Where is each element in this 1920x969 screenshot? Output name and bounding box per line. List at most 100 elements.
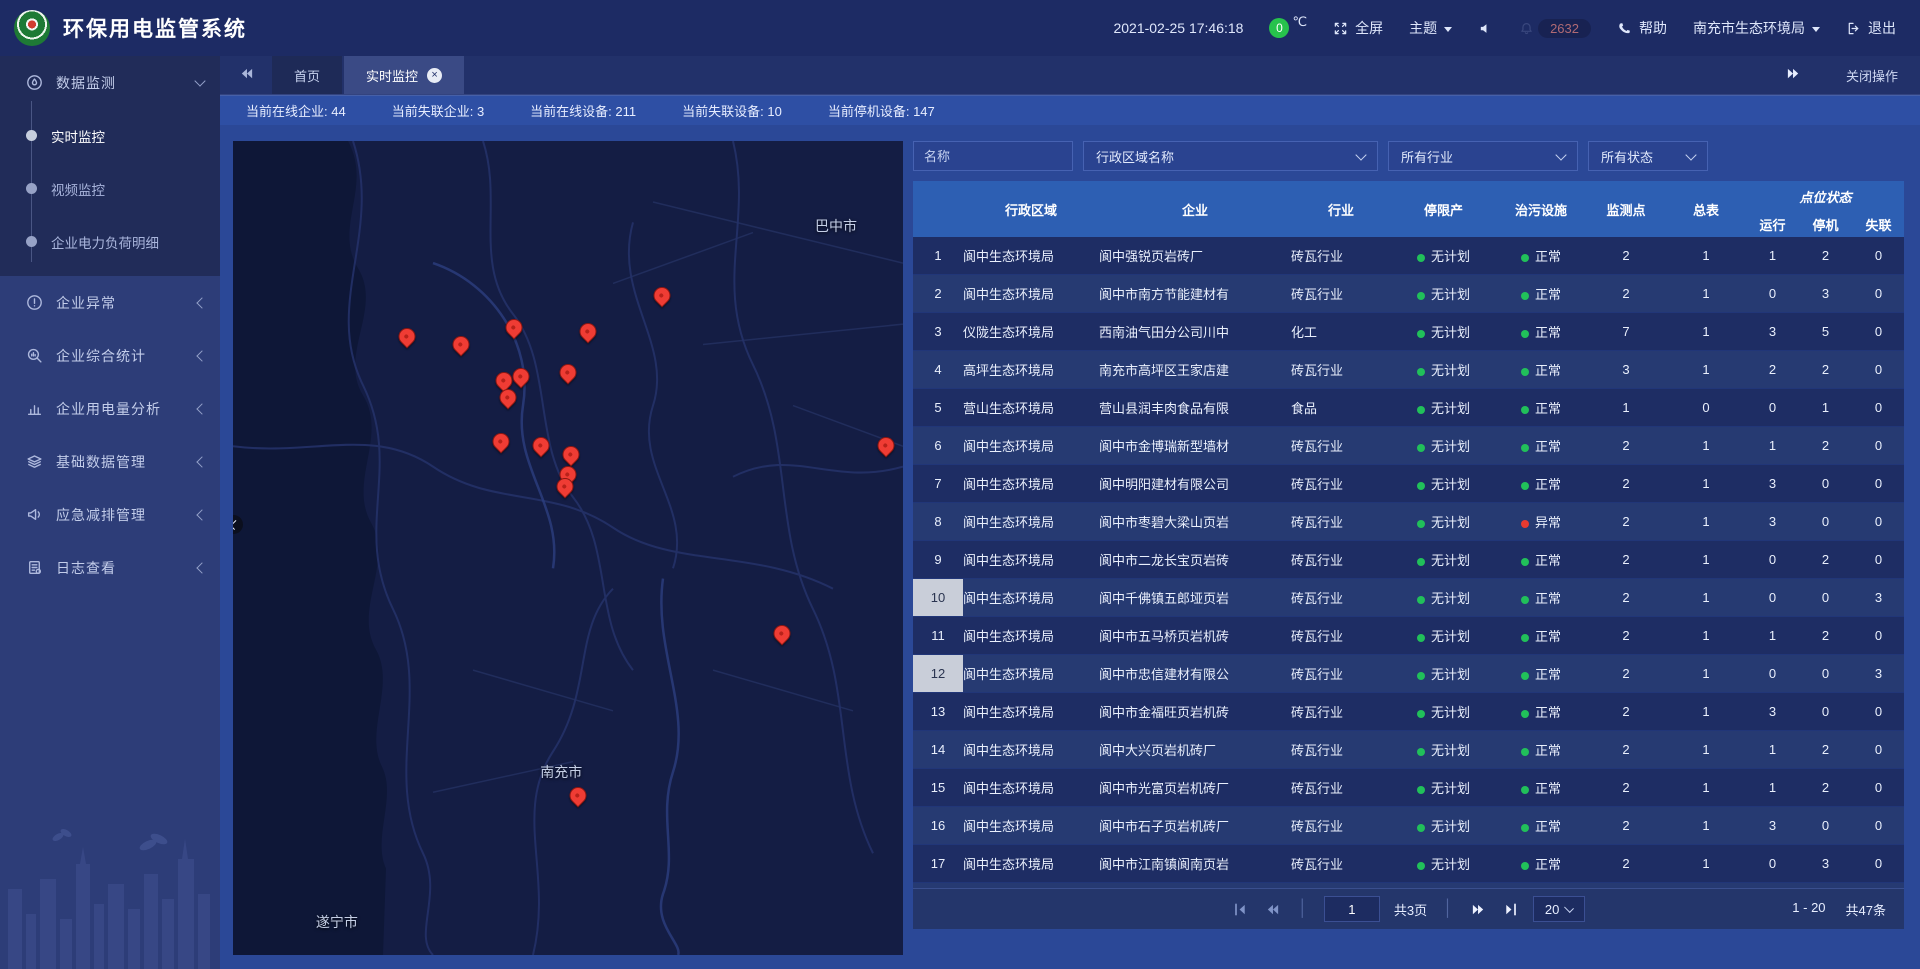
fullscreen-button[interactable]: 全屏 [1333,18,1383,38]
sidebar-item-2[interactable]: 企业综合统计 [0,329,220,382]
main-area: 数据监测实时监控视频监控企业电力负荷明细企业异常企业综合统计企业用电量分析基础数… [0,56,1920,969]
prev-page-button[interactable] [1264,900,1282,918]
cell-row-number: 5 [913,389,963,427]
status-select-value: 所有状态 [1601,147,1653,166]
cell-production-status: 无计划 [1391,731,1496,769]
table-row[interactable]: 4高坪生态环境局南充市高坪区王家店建砖瓦行业无计划正常31220 [913,351,1904,389]
cell-region: 营山生态环境局 [963,389,1099,427]
theme-menu[interactable]: 主题 [1409,18,1452,38]
cell-company: 阆中强锐页岩砖厂 [1099,237,1291,275]
cell-run: 1 [1746,237,1799,275]
sidebar-item-3[interactable]: 企业用电量分析 [0,382,220,435]
cell-region: 阆中生态环境局 [963,769,1099,807]
cell-production-status: 无计划 [1391,275,1496,313]
tabs-scroll-right-button[interactable] [1768,66,1820,84]
name-search-input[interactable] [913,141,1073,171]
table-row[interactable]: 14阆中生态环境局阆中大兴页岩机砖厂砖瓦行业无计划正常21120 [913,731,1904,769]
cell-points: 2 [1586,237,1666,275]
sidebar-subitem-1[interactable]: 视频监控 [0,162,220,215]
cell-company: 营山县润丰肉食品有限 [1099,389,1291,427]
stat-value: 44 [331,104,345,119]
col-run: 运行 [1746,211,1799,237]
table-row[interactable]: 5营山生态环境局营山县润丰肉食品有限食品无计划正常10010 [913,389,1904,427]
cell-industry: 砖瓦行业 [1291,465,1391,503]
tab-realtime-monitor[interactable]: 实时监控 × [344,56,464,94]
table-row[interactable]: 9阆中生态环境局阆中市二龙长宝页岩砖砖瓦行业无计划正常21020 [913,541,1904,579]
sidebar-group: 数据监测实时监控视频监控企业电力负荷明细 [0,56,220,276]
cell-stop: 2 [1799,617,1852,655]
layers-icon [26,453,43,470]
sidebar-subitem-label: 实时监控 [51,126,105,146]
app-title: 环保用电监管系统 [63,13,247,43]
sidebar-item-1[interactable]: 企业异常 [0,276,220,329]
table-row[interactable]: 8阆中生态环境局阆中市枣碧大梁山页岩砖瓦行业无计划异常21300 [913,503,1904,541]
first-page-button[interactable] [1232,900,1250,918]
table-row[interactable]: 6阆中生态环境局阆中市金博瑞新型墙材砖瓦行业无计划正常21120 [913,427,1904,465]
app-logo-icon [14,10,50,46]
table-row[interactable]: 16阆中生态环境局阆中市石子页岩机砖厂砖瓦行业无计划正常21300 [913,807,1904,845]
table-row[interactable]: 17阆中生态环境局阆中市江南镇阆南页岩砖瓦行业无计划正常21030 [913,845,1904,883]
sidebar-subitem-2[interactable]: 企业电力负荷明细 [0,215,220,268]
sidebar-item-5[interactable]: 应急减排管理 [0,488,220,541]
cell-lost: 0 [1852,237,1904,275]
sidebar-item-4[interactable]: 基础数据管理 [0,435,220,488]
sidebar-item-0[interactable]: 数据监测 [0,56,220,109]
cell-lost: 0 [1852,693,1904,731]
region-select[interactable]: 行政区域名称 [1083,141,1378,171]
last-page-button[interactable] [1501,900,1519,918]
close-operations-button[interactable]: 关闭操作 [1846,66,1898,85]
cell-production-status: 无计划 [1391,845,1496,883]
cell-region: 阆中生态环境局 [963,427,1099,465]
cell-lost: 3 [1852,655,1904,693]
status-dot-green-icon [1417,520,1425,528]
cell-lost: 0 [1852,731,1904,769]
sidebar-item-6[interactable]: 日志查看 [0,541,220,594]
stats-bar: 当前在线企业: 44当前失联企业: 3当前在线设备: 211当前失联设备: 10… [220,95,1920,125]
sidebar-subitem-0[interactable]: 实时监控 [0,109,220,162]
cell-run: 3 [1746,313,1799,351]
next-page-button[interactable] [1469,900,1487,918]
map[interactable]: 巴中市南充市遂宁市 [233,141,903,955]
alert-circle-icon [26,294,43,311]
cell-meters: 1 [1666,655,1746,693]
logout-button[interactable]: 退出 [1846,18,1896,38]
table-row[interactable]: 15阆中生态环境局阆中市光富页岩机砖厂砖瓦行业无计划正常21120 [913,769,1904,807]
table-row[interactable]: 3仪陇生态环境局西南油气田分公司川中化工无计划正常71350 [913,313,1904,351]
cell-company: 阆中市枣碧大梁山页岩 [1099,503,1291,541]
map-roads-decoration [233,141,903,955]
cell-run: 0 [1746,579,1799,617]
status-dot-green-icon [1521,748,1529,756]
col-row-number [913,181,963,237]
cell-meters: 1 [1666,579,1746,617]
cell-run: 1 [1746,427,1799,465]
table-row[interactable]: 7阆中生态环境局阆中明阳建材有限公司砖瓦行业无计划正常21300 [913,465,1904,503]
tabs-scroll-left-button[interactable] [220,66,272,84]
cell-points: 2 [1586,275,1666,313]
tab-home[interactable]: 首页 [272,56,342,94]
page-number-input[interactable] [1324,896,1380,922]
sidebar-group: 日志查看 [0,541,220,594]
table-row[interactable]: 2阆中生态环境局阆中市南方节能建材有砖瓦行业无计划正常21030 [913,275,1904,313]
cell-company: 阆中市二龙长宝页岩砖 [1099,541,1291,579]
status-select[interactable]: 所有状态 [1588,141,1708,171]
stat-label: 当前停机设备: [828,104,913,119]
table-row[interactable]: 12阆中生态环境局阆中市忠信建材有限公砖瓦行业无计划正常21003 [913,655,1904,693]
tab-close-icon[interactable]: × [427,68,442,83]
stats-search-icon [26,347,43,364]
industry-select[interactable]: 所有行业 [1388,141,1578,171]
table-row[interactable]: 10阆中生态环境局阆中千佛镇五郎垭页岩砖瓦行业无计划正常21003 [913,579,1904,617]
cell-stop: 2 [1799,427,1852,465]
page-prev-icon [239,66,254,81]
cell-points: 2 [1586,503,1666,541]
table-row[interactable]: 1阆中生态环境局阆中强锐页岩砖厂砖瓦行业无计划正常21120 [913,237,1904,275]
user-menu[interactable]: 南充市生态环境局 [1693,18,1820,38]
cell-points: 2 [1586,541,1666,579]
notifications-button[interactable]: 2632 [1519,19,1591,38]
stat-value: 211 [615,104,636,119]
table-row[interactable]: 13阆中生态环境局阆中市金福旺页岩机砖砖瓦行业无计划正常21300 [913,693,1904,731]
page-size-select[interactable]: 20 [1533,896,1585,922]
help-button[interactable]: 帮助 [1617,18,1667,38]
cell-industry: 砖瓦行业 [1291,807,1391,845]
table-row[interactable]: 11阆中生态环境局阆中市五马桥页岩机砖砖瓦行业无计划正常21120 [913,617,1904,655]
sound-button[interactable] [1478,21,1493,36]
